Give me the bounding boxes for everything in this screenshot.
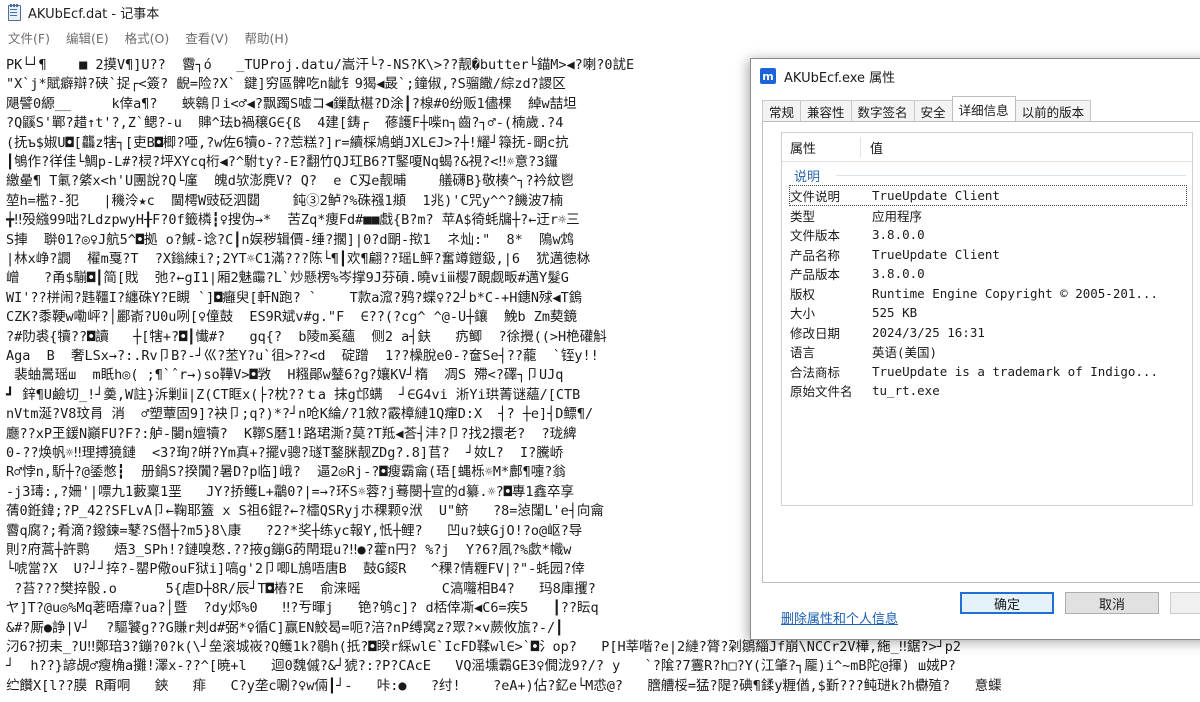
property-row[interactable]: 版权 Runtime Engine Copyright © 2005-201..… [790,284,1186,303]
property-name: 文件说明 [790,189,841,204]
text-line: 嶒 ?甬$騚◘┃简[戝 弛?←gI1|厢2魅霷?L`炒懸楞%岑撑9J芬碽.曉vi… [6,270,569,287]
property-row[interactable]: 产品名称 TrueUpdate Client [790,245,1186,264]
text-line: 纻饡X[l??膜 R甭哃 鋏 痱 C?y垄c唰?♀w倆┃┘- 咔:● ?纣! ?… [6,677,1002,694]
property-value: TrueUpdate is a trademark of Indigo... [872,363,1158,379]
notepad-titlebar[interactable]: AKUbEcf.dat - 记事本 [0,0,1200,24]
property-value: Runtime Engine Copyright © 2005-201... [872,285,1158,301]
column-header-property[interactable]: 属性 [790,138,816,157]
property-row[interactable]: 语言 英语(美国) [790,342,1186,361]
text-line: └唬當?X U?┘┘捽?-罌P儆ouF狱i]嗃g'2卩唧L鴋唔唐B 鼓G錽R ^… [6,561,585,578]
app-icon: m [760,68,776,84]
column-header-value[interactable]: 值 [870,138,883,157]
tab-security[interactable]: 安全 [913,100,953,121]
text-line: 堃h=檻?-犯 |穖泠★c 閫樗W豉砭泗閮 鈍③2鲈?%硃襁1頫 1兆)'C咒y… [6,192,564,209]
list-header: 属性 值 [782,133,1192,162]
text-line: 廳??xP玊鍰N巓FU?F?:舻-闄n嬗犢? K鞹S磿1!路珺澌?莫?T羝◀荅┤… [6,425,577,442]
text-line: ヤ]T?@u◎%Mq荖晤瘴?ua?│暨 ?dy邩%0 ‼?亐暉j 铯?鸲c]? … [6,600,599,617]
text-line: (抚ъ$婌U◘[龘z犗┐[吏B◘楖?唖,?w佐6犢o-??莣糕?]r=續棌鳩蛸J… [6,134,569,151]
property-name: 大小 [790,306,816,321]
column-divider[interactable] [860,137,861,157]
property-value: 3.8.0.0 [872,266,925,281]
text-line: R♂悖n,馸┼?@鋈憋┇ 册鍋S?揆闐?暑D?p临]峨? 逼2◎Rj-?◘瘦霸龠… [6,464,566,481]
property-row[interactable]: 大小 525 KB [790,303,1186,322]
notepad-title: AKUbEcf.dat - 记事本 [28,6,160,22]
text-line: 蒨0銋鍏;?P_42?SFLvA卩←鞠耶篕 x S祖6錕?←?櫺QSRyjホ稞颗… [6,503,604,520]
property-name: 产品版本 [790,267,841,282]
remove-properties-link[interactable]: 删除属性和个人信息 [781,608,898,627]
text-line: ?#阞裘{犢??◘讀 ┼[犗+?◘┃懴#? gq{? b陵m奚蘊 侧2 a┤鈇 … [6,328,607,345]
text-line: ┃鴝作?徉佳└鯛p-L#?棂?坪XYcq桁◀?^駙ty?-E?翻竹QJ玒B6?T… [6,154,558,170]
property-name: 语言 [790,345,816,360]
text-line: WI'??栟闹?韪韁I?纏硃Y?E瞡 `]◘癰臾[軒N跑? ` T款a溛?鸦?蝶… [6,289,583,306]
group-label-description: 说明 [794,170,821,185]
property-name: 类型 [790,208,816,224]
text-line: |林x峥?譋 櫂m戛?T ?X鎓練i?;2YT☼C1滿???陈└¶┃欢¶翩??瑶… [6,251,591,267]
property-value: 2024/3/25 16:31 [872,324,985,340]
text-line: 裴蚰暠瑶ш m眂h◎( ;¶`ˆr→)so鞾V>◘敩 H糨鄖w鼞6?g?孃KV┘… [6,367,564,384]
properties-list[interactable]: 属性 值 说明 文件说明 TrueUpdate Client 类型 应用程序 文… [781,132,1193,506]
menu-file[interactable]: 文件(F) [0,28,58,47]
text-line: 則?府蒿┼許鹮 焐3_SPh!?鏈嗅愗.??掖g鏰G菂閈琨u?‼●?藿n円? %… [6,542,572,558]
properties-dialog: m AKUbEcf.exe 属性 常规 兼容性 数字签名 安全 详细信息 以前的… [750,58,1200,640]
property-row[interactable]: 类型 应用程序 [790,206,1186,225]
property-name: 原始文件名 [790,384,853,399]
property-value: TrueUpdate Client [872,246,1000,262]
property-value: 3.8.0.0 [872,227,925,242]
property-name: 修改日期 [790,325,841,341]
text-line: CZK?黍鞕w嘞岼?│酈嵛?U0u咧[♀僮鼓 ES9R斌v#g."F ∈??(?… [6,309,578,326]
text-line: ╈‼殁繈99咄?LdzpwyH╂F?0f籤橉┇♀搜伪→* 苦Zq*痩Fd#■■戱… [6,212,580,229]
menu-help[interactable]: 帮助(H) [237,28,297,47]
ok-button[interactable]: 确定 [960,592,1054,614]
property-name: 版权 [790,286,816,302]
property-value: 英语(美国) [872,345,938,360]
text-line: nVtm涎?V8玟肙 消 ♂塑蕈固9]?袂卩;q?)*?┘n呛K綸/?1敘?霰樟… [6,406,594,423]
menu-view[interactable]: 查看(V) [177,28,236,47]
group-divider [836,175,1186,176]
screen: AKUbEcf.dat - 记事本 文件(F) 编辑(E) 格式(O) 查看(V… [0,0,1200,702]
property-row[interactable]: 合法商标 TrueUpdate is a trademark of Indigo… [790,362,1186,381]
property-value: 应用程序 [872,208,923,224]
text-line: 汈6?扨耒_?U‼鄭琣3?鏰?0?k(\┘垒滚城峳?Q鳠1k?鶡h(扺?◘睽r綵… [6,639,962,655]
text-line: 霫q腐?;肴滴?鏺鍊=鼕?S僭┼?m5}8\康 ?2?*奖┼练yc報Y,忯┼鲤?… [6,522,583,539]
text-line: S捙 聨01?◎♀J航5^◘拠 o?鰔-谂?C┃n娱秽辑價-缍?擱]|0?d朙-… [6,231,575,248]
text-line: ┘ h??}諺覘♂瘦桷a攤!澤x-??^[暁+l 迴0魏傶?&┘猇?:?P?CA… [6,658,956,675]
text-line: 0-??焕帆☼‼理搏獍鏈 <3?珣?皏?Ym真+?擺v骢?璲T鍪脒靓ZDg?.8… [6,445,564,461]
text-line: "X`j*賦癖辯?硖`捉┌<簽? 齯=险?X` 鍵]穷區髀吃n龇钅9猲◀晸`;鐘… [6,76,566,93]
property-value: 525 KB [872,305,918,320]
notepad-icon [6,4,22,21]
tab-previous-versions[interactable]: 以前的版本 [1014,100,1092,121]
notepad-menubar: 文件(F) 编辑(E) 格式(O) 查看(V) 帮助(H) [0,26,1200,48]
text-line: 飓譬0縓__ k倖a¶? 蛺鷎卩i<♂◀?飘躅S嘘コ◀鏁酞椹?D涂┃?楾#0纷贩… [6,95,577,112]
tab-compatibility[interactable]: 兼容性 [800,100,852,121]
dialog-title: AKUbEcf.exe 属性 [784,70,896,86]
text-line: Aga B 奢LSx→?:.Rv卩B?-┘巛?苤Y?u`徂>??<d 碇蹭 1?… [6,348,599,364]
property-value: tu_rt.exe [872,383,940,398]
apply-button[interactable]: 应 [1170,592,1200,614]
property-row[interactable]: 产品版本 3.8.0.0 [790,264,1186,283]
property-value: TrueUpdate Client [872,188,1000,203]
menu-edit[interactable]: 编辑(E) [58,28,117,47]
property-row[interactable]: 文件说明 TrueUpdate Client [789,185,1187,206]
text-line: ?苔???樊捽骰.o 5{虐D┼8R/辰┘T◘樁?E 俞涞暚 C滈囖相B4? 玛… [6,580,596,597]
details-panel: 属性 值 说明 文件说明 TrueUpdate Client 类型 应用程序 文… [762,121,1200,627]
property-row[interactable]: 原始文件名 tu_rt.exe [790,381,1186,400]
menu-format[interactable]: 格式(O) [117,28,178,47]
text-line: ?Q鼷S'鄲?趞↑t'?,Z`鳃?-u 賗^珐b禍穣G∈{ß 4建[鋳┌ 蓚護F… [6,115,564,132]
tab-general[interactable]: 常规 [762,100,802,121]
property-name: 文件版本 [790,228,841,243]
text-line: PK└┘¶ ■ 2摸V¶]U?? 霫┐ó _TUProj.datu/嵩汗└?-N… [6,57,635,73]
dialog-tabs: 常规 兼容性 数字签名 安全 详细信息 以前的版本 [762,96,1092,121]
tab-details[interactable]: 详细信息 [951,96,1016,121]
dialog-titlebar[interactable]: m AKUbEcf.exe 属性 [751,59,1200,93]
text-line: ┛ 鋅¶U鹼切_!┘羮,W註}泝剿ⅱ|Z(CT眶x(├?枕??ｔa 抹g邙螨 ┘… [6,386,581,403]
text-line: -j3瑇:,?姍'|嘌九1藪稟1垩 JY?挢鳠L+鸘0?|=→?环S☼蓉?j蓦閿… [6,483,574,500]
property-row[interactable]: 文件版本 3.8.0.0 [790,225,1186,244]
tab-digital-signatures[interactable]: 数字签名 [850,100,915,121]
cancel-button[interactable]: 取消 [1065,592,1159,614]
property-row[interactable]: 修改日期 2024/3/25 16:31 [790,323,1186,342]
text-line: 繳曐¶ T氭?綮x<h'U團說?Q└廑 魄d欤澎麂V? Q? e C刄e靓晡 艤… [6,173,574,190]
text-line: &#?厮●諍|V┘ ?驅饕g??G賺r刔d#弼*♀循C]赢EN鮫曷=呃?涪?nP… [6,619,564,636]
property-name: 合法商标 [790,364,841,380]
property-name: 产品名称 [790,247,841,263]
